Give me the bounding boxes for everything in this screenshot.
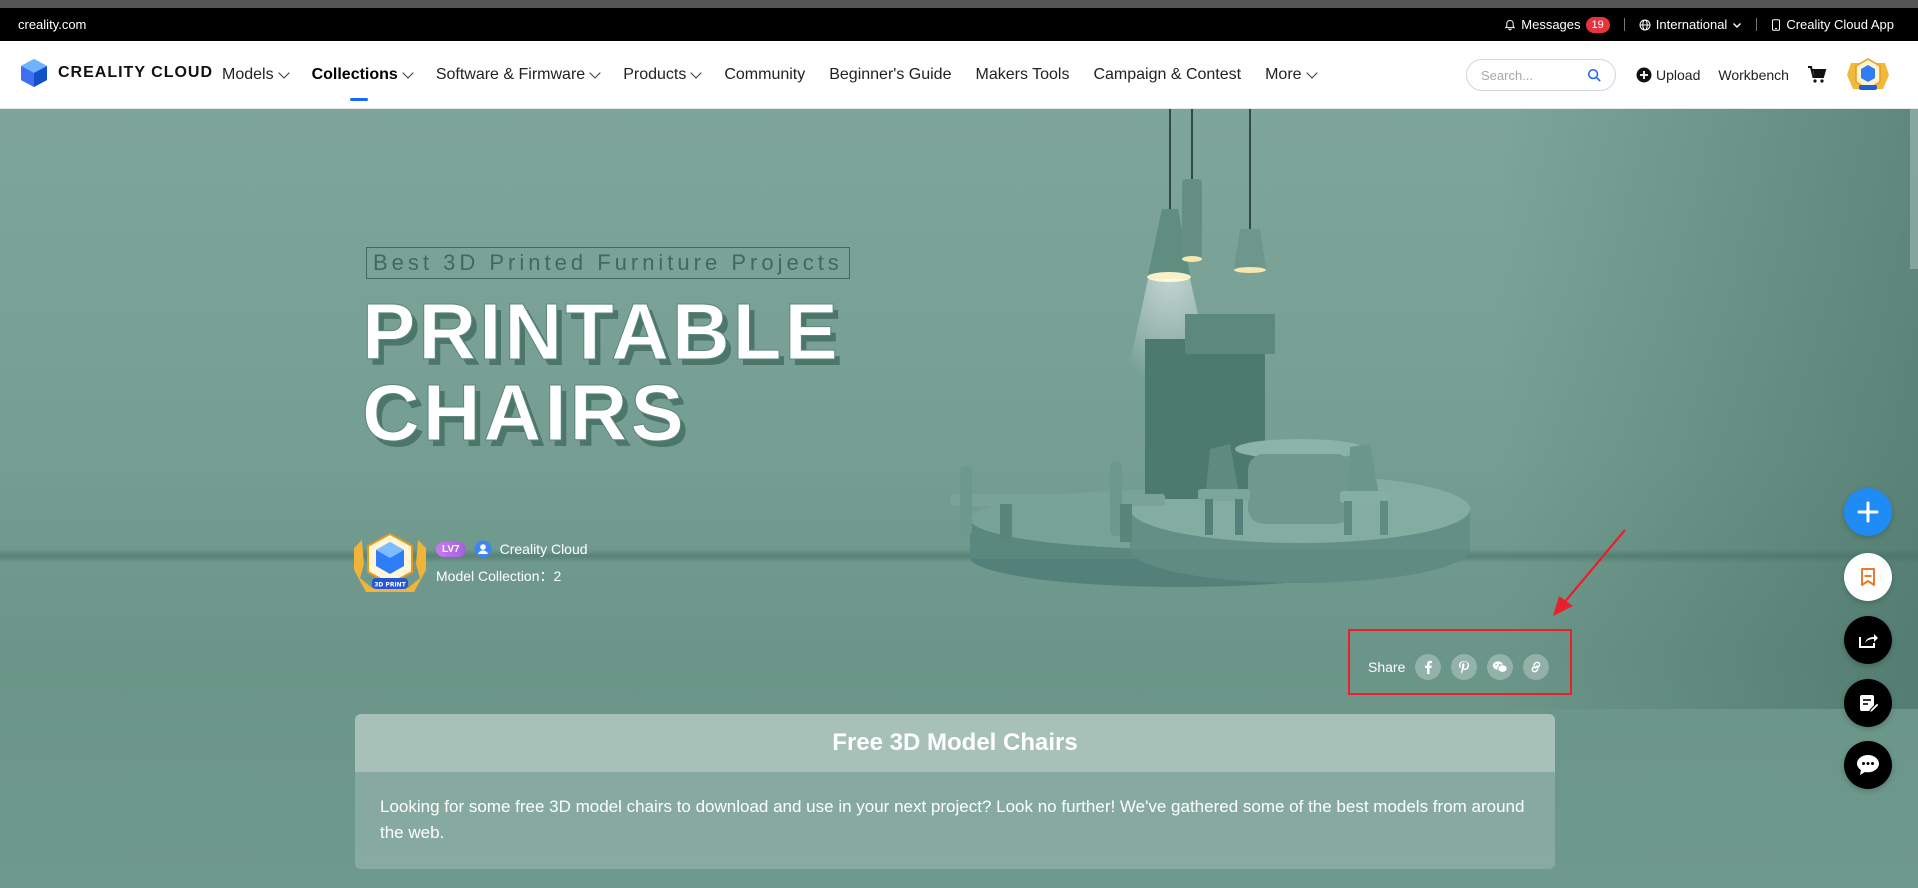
language-selector[interactable]: International (1639, 17, 1743, 32)
chevron-down-icon (402, 67, 414, 79)
author-badge-text: 3D PRINT (374, 582, 407, 589)
bookmark-icon (1861, 568, 1875, 586)
search-icon[interactable] (1587, 67, 1601, 83)
nav-right: Upload Workbench (1636, 41, 1891, 109)
nav-item-community[interactable]: Community (724, 41, 805, 109)
hero-title-line-1: PRINTABLE (362, 287, 841, 377)
model-collection-count: Model Collection：2 (436, 566, 588, 586)
nav-item-more[interactable]: More (1265, 41, 1318, 109)
author-info: LV7 Creality Cloud Model Collection：2 (436, 530, 588, 586)
chevron-down-icon (1733, 22, 1742, 28)
nav-item-label: Makers Tools (975, 66, 1070, 83)
nav-item-label: Collections (311, 66, 398, 83)
bookmark-button[interactable] (1844, 553, 1892, 601)
nav-item-label: Community (724, 66, 806, 83)
globe-icon (1639, 19, 1651, 30)
upload-button[interactable]: Upload (1636, 67, 1700, 83)
main-nav: CREALITY CLOUD Models Collections Softwa… (0, 41, 1918, 109)
author-name[interactable]: Creality Cloud (500, 541, 588, 557)
hero-tagline: Best 3D Printed Furniture Projects (366, 247, 850, 279)
upload-label: Upload (1656, 67, 1701, 83)
collection-info-card: Free 3D Model Chairs Looking for some fr… (355, 714, 1555, 869)
nav-item-makers-tools[interactable]: Makers Tools (975, 41, 1069, 109)
top-bar: creality.com Messages 19 International C… (0, 8, 1918, 41)
nav-item-beginners-guide[interactable]: Beginner's Guide (829, 41, 951, 109)
messages-link[interactable]: Messages 19 (1504, 16, 1610, 33)
verified-creator-icon (474, 540, 492, 558)
app-download-link[interactable]: Creality Cloud App (1771, 17, 1894, 32)
wechat-icon[interactable] (1487, 654, 1514, 680)
logo[interactable]: CREALITY CLOUD (18, 57, 213, 89)
bell-icon (1505, 19, 1516, 30)
creality-logo-icon (21, 59, 47, 87)
share-icon (1859, 634, 1878, 648)
user-avatar[interactable] (1845, 55, 1891, 95)
search-box (1466, 59, 1616, 91)
collection-count: 2 (553, 568, 562, 584)
nav-menu: Models Collections Software & Firmware P… (222, 41, 1318, 109)
chevron-down-icon (277, 67, 290, 79)
divider (1756, 18, 1758, 31)
page-scrollbar[interactable] (1910, 109, 1918, 269)
search-input[interactable] (1481, 67, 1581, 83)
messages-count-badge: 19 (1585, 16, 1610, 33)
top-bar-right: Messages 19 International Creality Cloud… (1504, 8, 1894, 41)
nav-item-collections[interactable]: Collections (311, 41, 414, 109)
divider (1623, 18, 1625, 31)
nav-item-label: Models (222, 66, 274, 83)
share-row: Share (1368, 654, 1550, 680)
collection-label: Model Collection： (436, 568, 554, 584)
chevron-down-icon (589, 67, 601, 79)
nav-item-label: Software & Firmware (435, 66, 586, 83)
nav-item-label: Beginner's Guide (829, 66, 952, 83)
nav-item-label: Campaign & Contest (1093, 66, 1242, 83)
chevron-down-icon (1305, 67, 1318, 79)
chevron-down-icon (690, 67, 702, 79)
plus-icon (1857, 501, 1879, 523)
language-label: International (1655, 17, 1728, 32)
nav-item-software-firmware[interactable]: Software & Firmware (435, 41, 601, 109)
app-label: Creality Cloud App (1786, 17, 1894, 32)
furniture-scene-illustration (950, 109, 1470, 587)
logo-text: CREALITY CLOUD (58, 64, 214, 81)
edit-note-icon (1860, 695, 1879, 713)
collection-title: Free 3D Model Chairs (355, 714, 1555, 772)
nav-item-label: More (1265, 66, 1302, 83)
collection-description: Looking for some free 3D model chairs to… (380, 797, 1525, 842)
hero-title-line-2: CHAIRS (362, 368, 687, 458)
nav-item-products[interactable]: Products (623, 41, 702, 109)
pinterest-icon[interactable] (1451, 654, 1478, 680)
author-name-row: LV7 Creality Cloud (436, 540, 588, 558)
feedback-button[interactable] (1844, 679, 1892, 727)
nav-item-campaign-contest[interactable]: Campaign & Contest (1093, 41, 1241, 109)
messages-label: Messages (1521, 17, 1581, 32)
facebook-icon[interactable] (1415, 654, 1442, 680)
site-domain-link[interactable]: creality.com (18, 17, 86, 32)
annotation-arrow (1553, 529, 1626, 616)
author-block: 3D PRINT LV7 Creality Cloud Model Collec… (350, 530, 588, 596)
workbench-link[interactable]: Workbench (1718, 67, 1789, 83)
link-icon[interactable] (1523, 654, 1550, 680)
chat-button[interactable] (1844, 741, 1892, 789)
level-badge: LV7 (436, 541, 466, 557)
create-button[interactable] (1844, 488, 1892, 536)
share-button[interactable] (1844, 616, 1892, 664)
chat-icon (1857, 755, 1879, 775)
nav-item-models[interactable]: Models (222, 41, 290, 109)
phone-icon (1772, 18, 1781, 31)
cart-icon[interactable] (1807, 66, 1827, 84)
author-avatar[interactable]: 3D PRINT (350, 530, 430, 596)
browser-strip (0, 0, 1918, 8)
plus-circle-icon (1636, 67, 1652, 83)
nav-item-label: Products (623, 66, 687, 83)
share-label: Share (1368, 659, 1406, 675)
